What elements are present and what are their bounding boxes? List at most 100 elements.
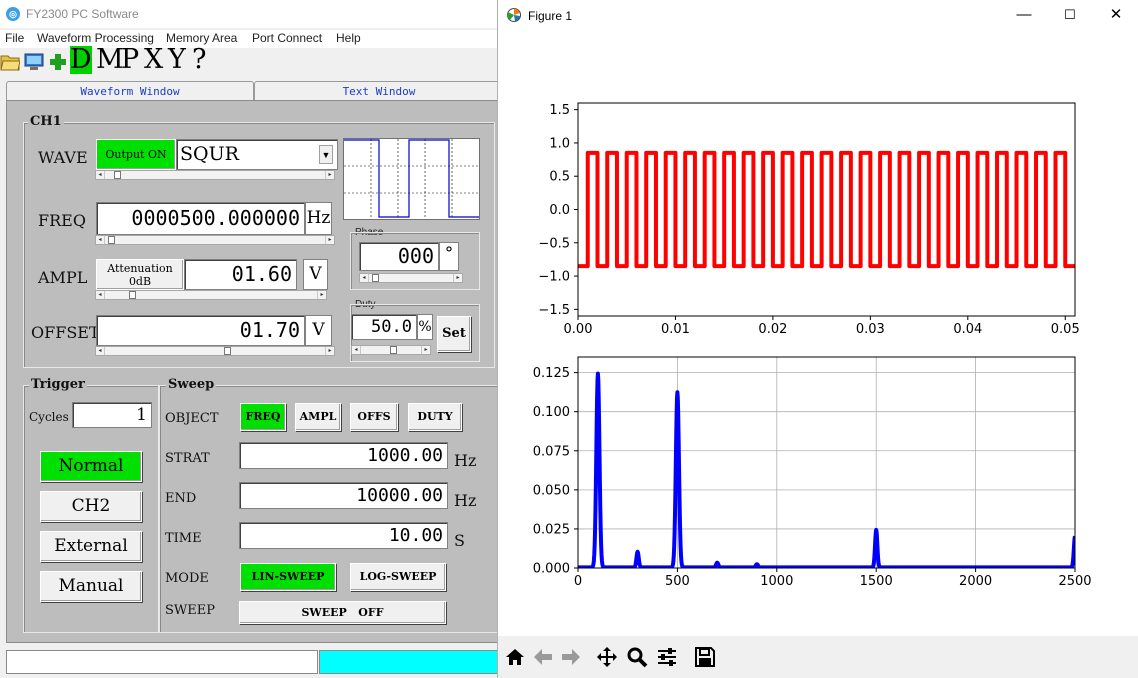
toolbar-m-button[interactable]: M <box>96 46 124 74</box>
time-domain-axes: 0.00 0.01 0.02 0.03 0.04 0.05 −1.5 −1.0 −0.5 0.0 0… <box>538 102 1080 337</box>
menu-memory-area[interactable]: Memory Area <box>166 31 237 45</box>
y-tick-label: 0.025 <box>533 522 570 537</box>
menu-help[interactable]: Help <box>336 31 361 45</box>
strat-input[interactable]: 1000.00 <box>239 442 448 469</box>
preview-plot <box>344 139 479 219</box>
spectrum-axes: 0 500 1000 1500 2000 2500 0.000 0.025 0.050 0.075… <box>533 356 1092 589</box>
phase-scrollbar[interactable]: ◂ ▸ <box>359 273 463 283</box>
freq-unit: Hz <box>305 202 332 235</box>
wave-scrollbar[interactable]: ◂ ▸ <box>95 170 335 180</box>
object-ampl-button[interactable]: AMPL <box>295 403 341 431</box>
toolbar-x-button[interactable]: X <box>144 46 163 74</box>
x-tick-label: 0.04 <box>953 322 982 337</box>
set-button[interactable]: Set <box>437 316 471 352</box>
menu-port-connect[interactable]: Port Connect <box>252 31 322 45</box>
menu-file[interactable]: File <box>5 31 24 45</box>
offset-scrollbar[interactable]: ◂ ▸ <box>95 346 335 356</box>
status-bar-right <box>319 650 500 674</box>
y-tick-label: 0.125 <box>533 366 570 381</box>
pan-icon[interactable] <box>596 646 618 668</box>
freq-label: FREQ <box>38 211 86 230</box>
x-tick-label: 0.05 <box>1051 322 1080 337</box>
configure-icon[interactable] <box>656 646 678 668</box>
tab-text-window[interactable]: Text Window <box>254 81 504 101</box>
time-input[interactable]: 10.00 <box>239 522 448 549</box>
ampl-input[interactable]: 01.60 <box>184 259 297 290</box>
fy2300-app-window: ◎ FY2300 PC Software File Waveform Proce… <box>0 0 504 678</box>
status-bar-left <box>6 650 318 674</box>
y-tick-label: 0.100 <box>533 405 570 420</box>
x-tick-label: 2500 <box>1058 574 1091 589</box>
toolbar-y-button[interactable]: Y <box>168 46 186 74</box>
trigger-normal-button[interactable]: Normal <box>40 451 142 482</box>
object-freq-button[interactable]: FREQ <box>240 403 286 431</box>
sweep-label: Sweep <box>166 377 217 392</box>
end-label: END <box>165 491 197 506</box>
duty-input[interactable]: 50.0 <box>351 314 417 340</box>
monitor-icon[interactable] <box>24 50 44 72</box>
figure-canvas: 0.00 0.01 0.02 0.03 0.04 0.05−1.5−1.0−0.50.00… <box>533 102 1092 589</box>
matplotlib-icon <box>507 8 521 22</box>
end-input[interactable]: 10000.00 <box>239 482 448 509</box>
minimize-icon[interactable]: — <box>1009 6 1039 24</box>
x-tick-label: 0.03 <box>856 322 885 337</box>
object-offs-button[interactable]: OFFS <box>350 403 398 431</box>
save-icon[interactable] <box>694 646 716 668</box>
log-sweep-button[interactable]: LOG-SWEEP <box>350 563 446 591</box>
duty-unit: % <box>417 314 433 340</box>
toolbar-d-button[interactable]: D <box>70 46 92 74</box>
close-icon[interactable]: ✕ <box>1101 6 1131 24</box>
y-tick-label: −1.5 <box>538 303 570 318</box>
y-tick-label: 0.075 <box>533 444 570 459</box>
app-title-bar: ◎ FY2300 PC Software <box>0 0 500 28</box>
figure-navigation-toolbar <box>498 636 1138 678</box>
ampl-scrollbar[interactable]: ◂ ▸ <box>95 290 327 300</box>
cycles-input[interactable]: 1 <box>72 402 152 428</box>
figure-title-bar: Figure 1 — ☐ ✕ <box>498 0 1138 32</box>
zoom-icon[interactable] <box>626 646 648 668</box>
toolbar-p-button[interactable]: P <box>121 46 139 74</box>
duty-scrollbar[interactable]: ◂ ▸ <box>351 345 431 355</box>
lin-sweep-button[interactable]: LIN-SWEEP <box>240 563 336 591</box>
back-icon[interactable] <box>532 646 554 668</box>
object-duty-button[interactable]: DUTY <box>408 403 462 431</box>
y-tick-label: 0.5 <box>549 170 570 185</box>
menu-waveform-processing[interactable]: Waveform Processing <box>37 31 154 45</box>
x-tick-label: 0.01 <box>661 322 690 337</box>
figure-title: Figure 1 <box>528 9 573 23</box>
maximize-icon[interactable]: ☐ <box>1055 6 1085 24</box>
open-folder-icon[interactable] <box>0 50 20 72</box>
phase-input[interactable]: 000 <box>359 242 439 271</box>
tab-waveform-window[interactable]: Waveform Window <box>6 81 254 101</box>
sweep-off-button[interactable]: SWEEP OFF <box>239 601 446 624</box>
forward-icon[interactable] <box>560 646 582 668</box>
toolbar-help-button[interactable]: ? <box>192 46 206 74</box>
x-tick-label: 0.00 <box>564 322 593 337</box>
offset-input[interactable]: 01.70 <box>96 315 305 346</box>
time-unit: S <box>454 531 465 550</box>
trigger-manual-button[interactable]: Manual <box>40 571 142 602</box>
trigger-ch2-button[interactable]: CH2 <box>40 491 142 522</box>
trigger-external-button[interactable]: External <box>40 531 142 562</box>
trigger-label: Trigger <box>29 377 87 392</box>
freq-scrollbar[interactable]: ◂ ▸ <box>95 235 335 245</box>
end-unit: Hz <box>454 491 477 510</box>
y-tick-label: −1.0 <box>538 270 570 285</box>
home-icon[interactable] <box>504 646 526 668</box>
attenuation-button[interactable]: Attenuation 0dB <box>96 259 184 290</box>
y-tick-label: 0.0 <box>549 203 570 218</box>
offset-label: OFFSET <box>31 323 100 342</box>
freq-input[interactable]: 0000500.000000 <box>96 202 305 235</box>
x-tick-label: 1000 <box>760 574 793 589</box>
app-logo-icon: ◎ <box>6 7 20 21</box>
ch1-label: CH1 <box>28 114 64 129</box>
y-tick-label: 0.050 <box>533 483 570 498</box>
chevron-down-icon[interactable]: ▼ <box>319 145 333 164</box>
series-group <box>578 371 1075 568</box>
wave-select[interactable]: SQUR <box>176 139 338 170</box>
add-icon[interactable] <box>48 50 68 72</box>
output-on-button[interactable]: Output ON <box>96 139 176 170</box>
y-tick-label: −0.5 <box>538 236 570 251</box>
ampl-label: AMPL <box>38 268 88 287</box>
phase-unit: ° <box>439 242 459 271</box>
